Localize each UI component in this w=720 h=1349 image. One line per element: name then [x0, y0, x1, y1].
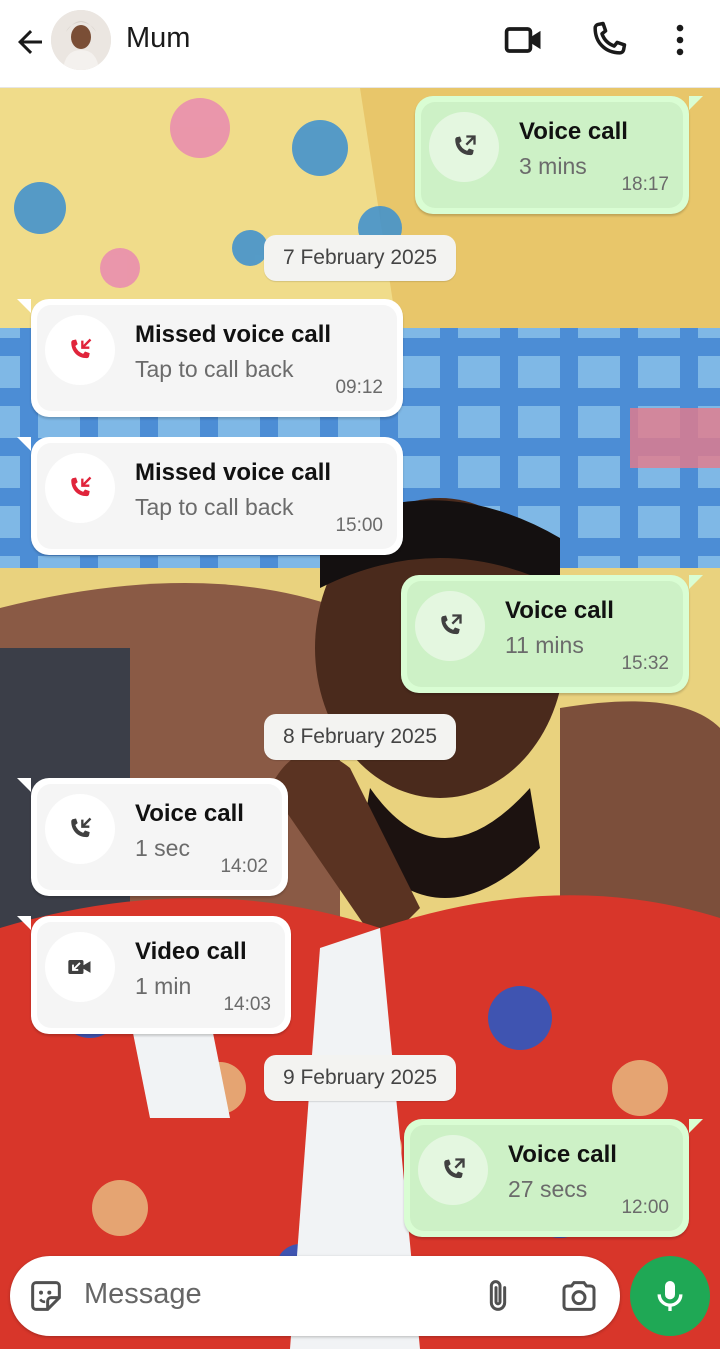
incoming-call-icon — [45, 794, 115, 864]
message-time: 18:17 — [621, 174, 669, 195]
missed-call-icon — [45, 453, 115, 523]
chat-header: Mum — [0, 0, 720, 88]
call-title: Missed voice call — [135, 459, 332, 486]
message-time: 14:03 — [223, 994, 271, 1015]
outgoing-call-icon — [418, 1135, 488, 1205]
camera-icon[interactable] — [558, 1276, 600, 1316]
message-time: 12:00 — [621, 1197, 669, 1218]
video-call-icon[interactable] — [502, 18, 546, 62]
chat-wallpaper: Voice call 3 mins 18:17 7 February 2025 … — [0, 88, 720, 1349]
message-time: 09:12 — [335, 377, 383, 398]
call-message-incoming[interactable]: Video call 1 min 14:03 — [17, 916, 291, 1034]
call-title: Voice call — [519, 118, 628, 145]
back-arrow-icon[interactable] — [12, 24, 48, 60]
call-duration: 11 mins — [505, 632, 584, 658]
call-duration: 3 mins — [519, 153, 587, 179]
mic-button[interactable] — [630, 1256, 710, 1336]
call-subtitle: Tap to call back — [135, 494, 294, 520]
message-time: 15:32 — [621, 653, 669, 674]
contact-avatar[interactable] — [51, 10, 111, 70]
call-duration: 1 min — [135, 973, 192, 999]
call-subtitle: Tap to call back — [135, 356, 294, 382]
call-message-incoming[interactable]: Missed voice call Tap to call back 15:00 — [17, 437, 403, 555]
message-time: 14:02 — [220, 856, 268, 877]
call-duration: 27 secs — [508, 1176, 588, 1202]
message-time: 15:00 — [335, 515, 383, 536]
call-message-outgoing[interactable]: Voice call 3 mins 18:17 — [415, 96, 703, 214]
message-input[interactable]: Message — [84, 1278, 202, 1311]
call-duration: 1 sec — [135, 835, 190, 861]
contact-name[interactable]: Mum — [126, 22, 190, 55]
mic-icon — [650, 1276, 690, 1316]
call-message-incoming[interactable]: Voice call 1 sec 14:02 — [17, 778, 288, 896]
video-call-icon — [45, 932, 115, 1002]
call-title: Voice call — [508, 1141, 617, 1168]
call-message-outgoing[interactable]: Voice call 27 secs 12:00 — [404, 1119, 703, 1237]
call-title: Video call — [135, 938, 247, 965]
call-title: Voice call — [505, 597, 614, 624]
call-message-outgoing[interactable]: Voice call 11 mins 15:32 — [401, 575, 703, 693]
attach-icon[interactable] — [478, 1276, 518, 1316]
call-title: Missed voice call — [135, 321, 332, 348]
voice-call-icon[interactable] — [586, 18, 630, 62]
message-composer[interactable]: Message — [10, 1256, 620, 1336]
date-separator: 9 February 2025 — [264, 1055, 456, 1101]
outgoing-call-icon — [429, 112, 499, 182]
call-title: Voice call — [135, 800, 244, 827]
call-message-incoming[interactable]: Missed voice call Tap to call back 09:12 — [17, 299, 403, 417]
more-options-icon[interactable] — [658, 18, 702, 62]
date-separator: 8 February 2025 — [264, 714, 456, 760]
date-separator: 7 February 2025 — [264, 235, 456, 281]
outgoing-call-icon — [415, 591, 485, 661]
missed-call-icon — [45, 315, 115, 385]
sticker-icon[interactable] — [26, 1276, 66, 1316]
